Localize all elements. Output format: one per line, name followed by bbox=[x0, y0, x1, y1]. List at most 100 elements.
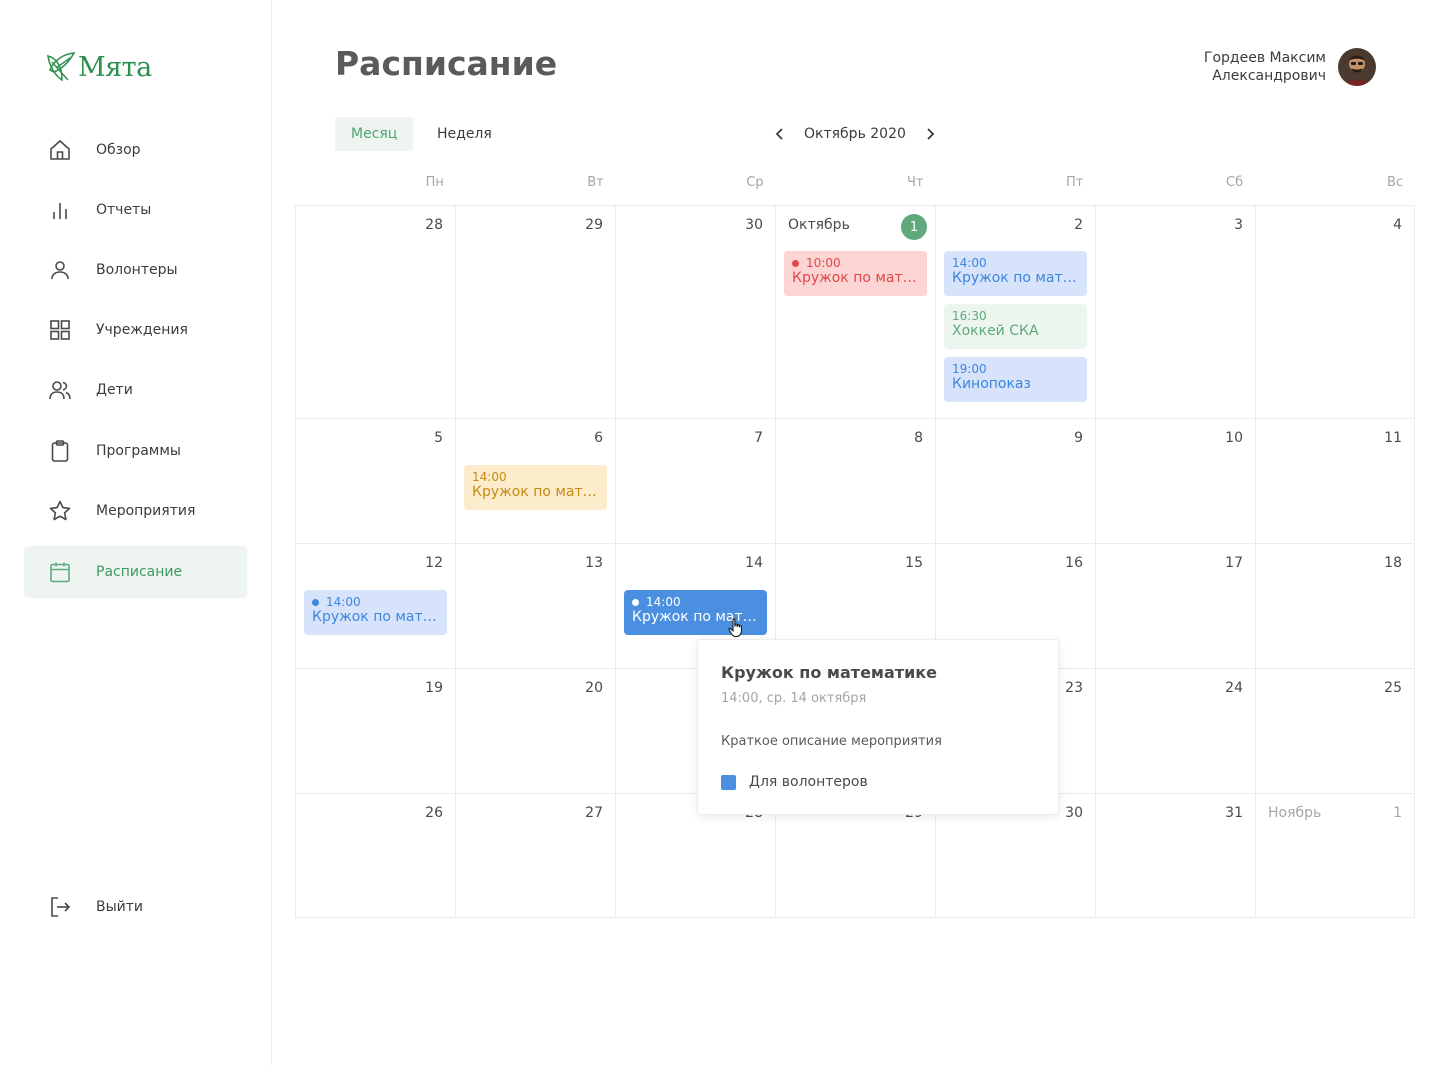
user-name-line2: Александрович bbox=[1212, 68, 1326, 84]
day-cell[interactable]: 28 bbox=[296, 206, 456, 419]
day-cell[interactable]: 24 bbox=[1096, 669, 1256, 794]
day-cell[interactable]: 13 bbox=[456, 544, 616, 669]
day-number: 20 bbox=[585, 680, 603, 696]
event-chip[interactable]: 10:00 Кружок по мате... bbox=[784, 251, 927, 296]
day-number: 15 bbox=[905, 555, 923, 571]
day-number: 6 bbox=[594, 430, 603, 446]
day-number: 23 bbox=[1065, 680, 1083, 696]
month-start-label: Ноябрь bbox=[1268, 805, 1322, 821]
day-cell[interactable]: 3 bbox=[1096, 206, 1256, 419]
day-number: 2 bbox=[1074, 217, 1083, 233]
calendar-icon bbox=[48, 560, 72, 584]
event-dot bbox=[792, 259, 799, 267]
event-details-popover: Кружок по математике 14:00, ср. 14 октяб… bbox=[697, 639, 1059, 815]
day-cell[interactable]: 25 bbox=[1256, 669, 1414, 794]
day-number: 17 bbox=[1225, 555, 1243, 571]
brand-logo[interactable]: Мята bbox=[46, 50, 152, 84]
day-cell[interactable]: 29 bbox=[456, 206, 616, 419]
event-chip[interactable]: 16:30 Хоккей СКА bbox=[944, 304, 1087, 349]
users-icon bbox=[48, 378, 72, 402]
weekday-label: Пт bbox=[1065, 175, 1084, 190]
event-chip[interactable]: 14:00 Кружок по мате... bbox=[944, 251, 1087, 296]
bar-chart-icon bbox=[48, 198, 72, 222]
home-icon bbox=[48, 138, 72, 162]
day-cell[interactable]: 30 bbox=[616, 206, 776, 419]
day-number: 14 bbox=[745, 555, 763, 571]
day-cell[interactable]: 4 bbox=[1256, 206, 1414, 419]
event-dot bbox=[312, 598, 319, 606]
event-time: 19:00 bbox=[952, 362, 987, 376]
month-navigation: Октябрь 2020 bbox=[770, 120, 940, 148]
day-cell[interactable]: 8 bbox=[776, 419, 936, 544]
popover-datetime: 14:00, ср. 14 октября bbox=[721, 691, 867, 706]
sidebar-item-institutions[interactable]: Учреждения bbox=[24, 304, 247, 356]
event-time: 16:30 bbox=[952, 309, 987, 323]
day-cell-today[interactable]: Октябрь 1 10:00 Кружок по мате... bbox=[776, 206, 936, 419]
day-cell[interactable]: 10 bbox=[1096, 419, 1256, 544]
day-cell[interactable]: 11 bbox=[1256, 419, 1414, 544]
sidebar-item-programs[interactable]: Программы bbox=[24, 425, 247, 477]
day-number: 13 bbox=[585, 555, 603, 571]
day-cell-next-month[interactable]: Ноябрь 1 bbox=[1256, 794, 1414, 917]
tab-month[interactable]: Месяц bbox=[335, 117, 414, 151]
day-number: 19 bbox=[425, 680, 443, 696]
chevron-right-icon[interactable] bbox=[920, 120, 940, 148]
sidebar-item-label: Отчеты bbox=[96, 202, 152, 218]
day-cell[interactable]: 17 bbox=[1096, 544, 1256, 669]
event-name: Кружок по мате... bbox=[792, 270, 919, 286]
weekday-label: Вт bbox=[587, 175, 604, 190]
sidebar-item-events[interactable]: Мероприятия bbox=[24, 485, 247, 537]
day-number: 4 bbox=[1393, 217, 1402, 233]
weekday-header: Пн Вт Ср Чт Пт Сб Вс bbox=[296, 175, 1415, 193]
event-chip-selected[interactable]: 14:00 Кружок по мате... bbox=[624, 590, 767, 635]
weekday-label: Чт bbox=[906, 175, 924, 190]
day-cell[interactable]: 12 14:00 Кружок по мате... bbox=[296, 544, 456, 669]
event-chip[interactable]: 19:00 Кинопоказ bbox=[944, 357, 1087, 402]
day-number: 16 bbox=[1065, 555, 1083, 571]
sidebar-item-overview[interactable]: Обзор bbox=[24, 124, 247, 176]
month-start-label: Октябрь bbox=[788, 217, 850, 233]
sidebar-item-children[interactable]: Дети bbox=[24, 364, 247, 416]
logout-button[interactable]: Выйти bbox=[24, 881, 247, 933]
hand-pointer-icon bbox=[728, 618, 744, 642]
chevron-left-icon[interactable] bbox=[770, 120, 790, 148]
sidebar-item-label: Программы bbox=[96, 443, 181, 459]
day-number: 11 bbox=[1384, 430, 1402, 446]
day-cell[interactable]: 31 bbox=[1096, 794, 1256, 917]
mint-leaf-icon bbox=[47, 52, 76, 82]
day-cell[interactable]: 6 14:00 Кружок по мате... bbox=[456, 419, 616, 544]
day-cell[interactable]: 26 bbox=[296, 794, 456, 917]
day-number: 29 bbox=[585, 217, 603, 233]
event-chip[interactable]: 14:00 Кружок по мате... bbox=[464, 465, 607, 510]
popover-title: Кружок по математике bbox=[721, 663, 937, 682]
sidebar-item-volunteers[interactable]: Волонтеры bbox=[24, 244, 247, 296]
event-dot bbox=[632, 598, 639, 606]
day-cell[interactable]: 5 bbox=[296, 419, 456, 544]
logout-icon bbox=[48, 895, 72, 919]
event-name: Кружок по мате... bbox=[952, 270, 1079, 286]
star-icon bbox=[48, 499, 72, 523]
tab-week[interactable]: Неделя bbox=[421, 117, 508, 151]
day-cell[interactable]: 2 14:00 Кружок по мате... 16:30 Хоккей С… bbox=[936, 206, 1096, 419]
sidebar-item-schedule[interactable]: Расписание bbox=[24, 546, 247, 598]
sidebar-item-label: Дети bbox=[96, 382, 133, 398]
event-chip[interactable]: 14:00 Кружок по мате... bbox=[304, 590, 447, 635]
audience-color-swatch bbox=[721, 774, 736, 790]
sidebar-item-label: Мероприятия bbox=[96, 503, 196, 519]
avatar[interactable] bbox=[1338, 48, 1376, 86]
page-title: Расписание bbox=[335, 44, 558, 83]
day-cell[interactable]: 19 bbox=[296, 669, 456, 794]
popover-audience-tag: Для волонтеров bbox=[721, 774, 868, 790]
day-number: 30 bbox=[1065, 805, 1083, 821]
user-name[interactable]: Гордеев Максим Александрович bbox=[1126, 49, 1326, 85]
sidebar: Мята Обзор Отчеты Волонтеры Учреждения Д… bbox=[0, 0, 272, 1065]
sidebar-item-reports[interactable]: Отчеты bbox=[24, 184, 247, 236]
day-cell[interactable]: 27 bbox=[456, 794, 616, 917]
day-cell[interactable]: 9 bbox=[936, 419, 1096, 544]
event-time: 14:00 bbox=[326, 595, 361, 609]
day-cell[interactable]: 20 bbox=[456, 669, 616, 794]
day-cell[interactable]: 18 bbox=[1256, 544, 1414, 669]
sidebar-item-label: Учреждения bbox=[96, 322, 188, 338]
clipboard-icon bbox=[48, 439, 72, 463]
day-cell[interactable]: 7 bbox=[616, 419, 776, 544]
